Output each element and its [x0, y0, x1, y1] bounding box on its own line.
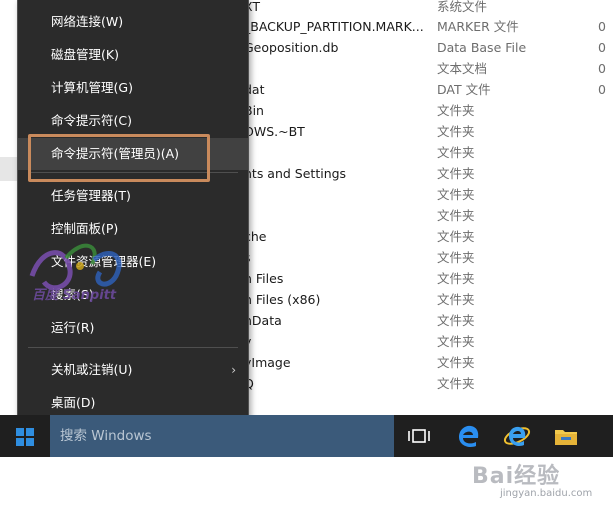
file-name: nts and Settings — [244, 166, 347, 181]
file-size: 0 — [598, 19, 606, 34]
file-name: Geoposition.db — [244, 40, 339, 55]
file-name: n Files (x86) — [244, 292, 321, 307]
winx-context-menu: 网络连接(W) 磁盘管理(K) 计算机管理(G) 命令提示符(C) 命令提示符(… — [17, 0, 249, 428]
menu-item-computer-management[interactable]: 计算机管理(G) — [18, 72, 248, 104]
file-type: 文本文档 — [437, 61, 488, 76]
file-type: 文件夹 — [437, 145, 475, 160]
file-type: 文件夹 — [437, 250, 475, 265]
menu-item-run[interactable]: 运行(R) — [18, 312, 248, 344]
file-type: 文件夹 — [437, 166, 475, 181]
file-size: 0 — [598, 61, 606, 76]
file-type: 文件夹 — [437, 355, 475, 370]
internet-explorer-icon[interactable] — [502, 421, 532, 451]
file-name: _BACKUP_PARTITION.MARK... — [244, 19, 424, 34]
annotation-highlight-box — [28, 134, 210, 182]
menu-item-label: 关机或注销(U) — [51, 362, 133, 377]
menu-item-disk-management[interactable]: 磁盘管理(K) — [18, 39, 248, 71]
file-size: 0 — [598, 40, 606, 55]
file-size: 0 — [598, 82, 606, 97]
taskbar: 搜索 Windows — [0, 415, 613, 457]
file-type: 文件夹 — [437, 124, 475, 139]
file-type: DAT 文件 — [437, 82, 491, 97]
file-name: OWS.~BT — [244, 124, 305, 139]
menu-item-task-manager[interactable]: 任务管理器(T) — [18, 180, 248, 212]
menu-item-network-connections[interactable]: 网络连接(W) — [18, 6, 248, 38]
file-type: 系统文件 — [437, 0, 488, 14]
file-name: nData — [244, 313, 282, 328]
file-type: Data Base File — [437, 40, 527, 55]
windows-logo-icon — [16, 428, 34, 446]
file-type: 文件夹 — [437, 271, 475, 286]
file-type: 文件夹 — [437, 208, 475, 223]
edge-browser-icon[interactable] — [454, 421, 484, 451]
menu-item-shutdown-signout[interactable]: 关机或注销(U) › — [18, 354, 248, 386]
menu-item-command-prompt[interactable]: 命令提示符(C) — [18, 105, 248, 137]
file-type: 文件夹 — [437, 334, 475, 349]
baidu-watermark: Bai经验 jingyan.baidu.com — [472, 458, 612, 513]
menu-separator — [28, 347, 238, 348]
file-type: MARKER 文件 — [437, 19, 519, 34]
task-view-icon[interactable] — [404, 421, 434, 451]
file-name: n Files — [244, 271, 284, 286]
screen: XT 系统文件 _BACKUP_PARTITION.MARK... MARKER 文… — [0, 0, 613, 513]
baidu-watermark-title: Bai经验 — [472, 464, 561, 489]
file-type: 文件夹 — [437, 292, 475, 307]
file-type: 文件夹 — [437, 187, 475, 202]
start-button[interactable] — [0, 415, 50, 457]
file-type: 文件夹 — [437, 313, 475, 328]
file-type: 文件夹 — [437, 376, 475, 391]
watermark-text: 百度 Sanpitt — [32, 288, 117, 303]
search-placeholder: 搜索 Windows — [60, 428, 152, 444]
folder-icon[interactable] — [551, 421, 581, 451]
search-windows-box[interactable]: 搜索 Windows — [50, 415, 394, 457]
chevron-right-icon: › — [231, 363, 236, 377]
baidu-watermark-url: jingyan.baidu.com — [500, 488, 593, 499]
file-name: yImage — [244, 355, 291, 370]
file-type: 文件夹 — [437, 103, 475, 118]
file-type: 文件夹 — [437, 229, 475, 244]
